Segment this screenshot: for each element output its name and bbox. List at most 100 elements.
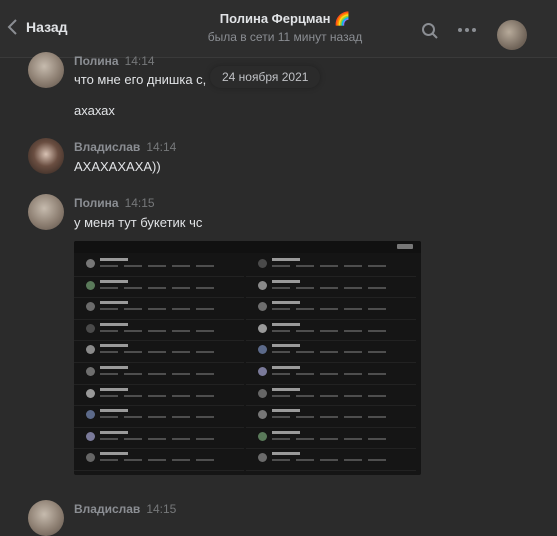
image-row-name [272, 430, 300, 434]
image-topbar [74, 241, 421, 253]
author-name[interactable]: Владислав [74, 140, 140, 154]
image-row-actions [100, 329, 220, 332]
image-row-actions [272, 437, 392, 440]
avatar[interactable] [28, 138, 64, 174]
message-time: 14:14 [124, 54, 155, 68]
image-row-actions [100, 265, 220, 267]
image-row-name [100, 365, 128, 369]
chat-header: Назад Полина Ферцман 🌈 была в сети 11 ми… [0, 0, 557, 58]
image-row-avatar [258, 453, 267, 463]
image-row [246, 406, 416, 428]
image-row [74, 363, 244, 385]
image-row-actions [100, 351, 220, 354]
image-row-name [100, 344, 128, 348]
search-icon[interactable] [421, 22, 439, 40]
image-row-name [272, 387, 300, 391]
image-row-name [100, 409, 128, 413]
author-name[interactable]: Владислав [74, 502, 140, 516]
message-text: ахахах [74, 103, 115, 118]
contact-avatar[interactable] [497, 20, 527, 50]
more-icon[interactable] [457, 27, 477, 33]
image-button [397, 244, 413, 249]
message-header: Полина 14:14 [74, 54, 155, 68]
image-row-avatar [86, 431, 95, 441]
image-row-actions [272, 416, 392, 419]
message-time: 14:15 [124, 196, 155, 210]
image-row [246, 255, 416, 277]
image-row-avatar [258, 280, 267, 290]
avatar[interactable] [28, 500, 64, 536]
image-row-avatar [86, 280, 95, 290]
image-row [74, 341, 244, 363]
image-row [74, 406, 244, 428]
date-divider: 24 ноября 2021 [210, 66, 321, 88]
image-row-avatar [86, 388, 95, 398]
image-row [246, 320, 416, 342]
image-row [74, 385, 244, 407]
image-row-avatar [86, 259, 95, 268]
image-row-name [272, 409, 300, 413]
image-row-avatar [258, 345, 267, 355]
image-row-name [272, 452, 300, 456]
image-column-left [74, 255, 244, 471]
message-text: что мне его днишка с, [74, 72, 207, 87]
image-row-name [100, 452, 128, 456]
image-row [74, 428, 244, 450]
image-row-actions [272, 265, 392, 267]
image-row-actions [100, 308, 220, 311]
image-row [246, 385, 416, 407]
image-row [74, 255, 244, 277]
image-row-avatar [258, 431, 267, 441]
author-name[interactable]: Полина [74, 196, 119, 210]
image-row-avatar [86, 302, 95, 312]
image-row-actions [100, 394, 220, 397]
back-label: Назад [26, 19, 68, 35]
image-row [246, 277, 416, 299]
image-row-avatar [258, 259, 267, 268]
image-row-actions [100, 372, 220, 375]
image-row-avatar [258, 410, 267, 420]
image-row [246, 341, 416, 363]
image-row-avatar [86, 410, 95, 420]
image-row-name [272, 322, 300, 326]
image-row-name [100, 430, 128, 434]
image-row [246, 428, 416, 450]
chevron-left-icon [7, 19, 17, 35]
image-row-avatar [258, 388, 267, 398]
message-header: Полина 14:15 [74, 196, 155, 210]
message-text: у меня тут букетик чс [74, 215, 203, 230]
back-button[interactable]: Назад [6, 18, 68, 36]
avatar[interactable] [28, 194, 64, 230]
image-row-avatar [86, 345, 95, 355]
image-row-actions [272, 459, 392, 462]
image-row-name [272, 258, 300, 261]
image-row-actions [100, 437, 220, 440]
image-row-avatar [86, 366, 95, 376]
image-row-actions [272, 286, 392, 289]
image-row-actions [272, 372, 392, 375]
message-time: 14:15 [146, 502, 177, 516]
message-header: Владислав 14:15 [74, 502, 176, 516]
image-row-avatar [86, 453, 95, 463]
chat-title-area[interactable]: Полина Ферцман 🌈 была в сети 11 минут на… [160, 11, 410, 44]
image-row-avatar [258, 323, 267, 333]
image-row-name [100, 322, 128, 326]
image-row-actions [272, 329, 392, 332]
image-row-name [100, 279, 128, 283]
author-name[interactable]: Полина [74, 54, 119, 68]
image-row-name [272, 301, 300, 305]
image-row-actions [272, 351, 392, 354]
image-row-name [100, 301, 128, 305]
image-row [246, 298, 416, 320]
image-row-name [100, 387, 128, 391]
image-row [74, 320, 244, 342]
image-row-actions [100, 459, 220, 462]
image-row [246, 363, 416, 385]
image-row-name [272, 279, 300, 283]
image-row-actions [272, 308, 392, 311]
attachment-image[interactable] [74, 241, 421, 475]
chat-title: Полина Ферцман 🌈 [219, 11, 351, 26]
avatar[interactable] [28, 52, 64, 88]
message-time: 14:14 [146, 140, 177, 154]
image-row [246, 449, 416, 471]
